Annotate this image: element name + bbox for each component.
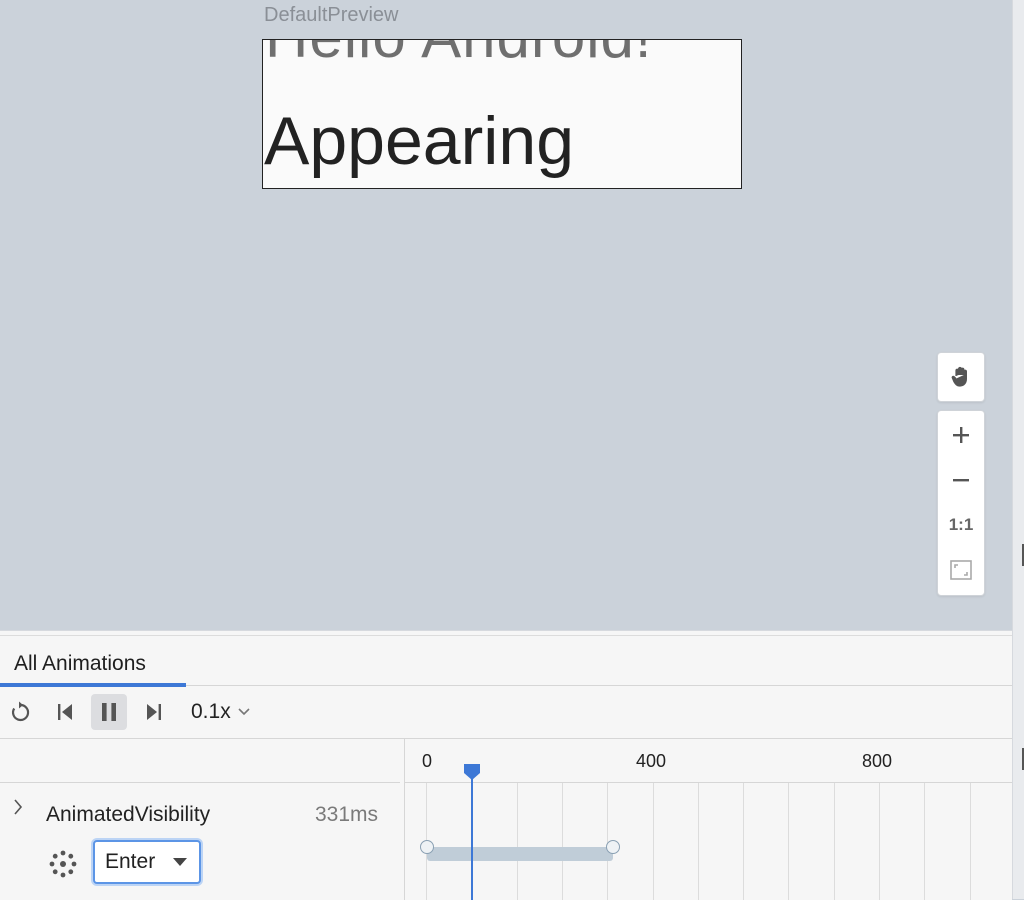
- timeline-gridline: [653, 783, 654, 900]
- transition-state-icon: [49, 850, 77, 878]
- preview-title: DefaultPreview: [264, 4, 399, 26]
- pan-tool-panel: [937, 352, 985, 402]
- timeline-gridline: [517, 783, 518, 900]
- animation-inspector: All Animations 0.1x AnimatedVisibility 3…: [0, 630, 1012, 900]
- animation-name: AnimatedVisibility: [46, 803, 211, 826]
- zoom-in-button[interactable]: [938, 413, 984, 457]
- skip-to-end-button[interactable]: [136, 694, 172, 730]
- fit-screen-icon: [950, 560, 972, 580]
- bar-start-handle[interactable]: [420, 840, 434, 854]
- animation-row[interactable]: AnimatedVisibility 331ms Enter: [0, 783, 404, 900]
- timeline-gridline: [788, 783, 789, 900]
- timeline-gridline: [562, 783, 563, 900]
- state-select[interactable]: Enter: [93, 840, 201, 884]
- bar-end-handle[interactable]: [606, 840, 620, 854]
- tick-label-400: 400: [636, 751, 667, 771]
- state-select-value: Enter: [105, 850, 156, 873]
- timeline-gridline: [743, 783, 744, 900]
- pause-icon: [102, 703, 116, 721]
- playhead-handle[interactable]: [462, 764, 482, 780]
- speed-dropdown[interactable]: 0.1x: [191, 700, 251, 724]
- zoom-controls: 1:1: [937, 410, 985, 596]
- pan-button[interactable]: [938, 355, 984, 399]
- appearing-text: Appearing: [264, 103, 575, 179]
- chevron-right-icon[interactable]: [10, 797, 26, 817]
- skip-to-end-icon: [147, 704, 161, 720]
- plus-icon: [953, 427, 969, 443]
- tick-label-800: 800: [862, 751, 893, 771]
- pause-button[interactable]: [91, 694, 127, 730]
- playback-toolbar: 0.1x: [0, 686, 1012, 739]
- timeline-gridline: [834, 783, 835, 900]
- preview-frame[interactable]: Hello Android! Appearing: [262, 39, 742, 189]
- animation-list-header: [0, 739, 400, 783]
- actual-size-button[interactable]: 1:1: [938, 503, 984, 547]
- actual-size-label: 1:1: [948, 515, 974, 534]
- inspector-tab-bar: All Animations: [0, 635, 1012, 687]
- speed-value: 0.1x: [191, 700, 231, 723]
- timeline-gridline: [924, 783, 925, 900]
- zoom-out-button[interactable]: [938, 458, 984, 502]
- tab-all-animations[interactable]: All Animations: [0, 636, 186, 687]
- timeline[interactable]: 0 400 800: [405, 739, 1012, 900]
- dropdown-caret-icon: [173, 858, 187, 866]
- minus-icon: [953, 479, 969, 482]
- right-edge-strip: [1012, 0, 1024, 899]
- skip-to-start-icon: [58, 704, 72, 720]
- hello-text: Hello Android!: [265, 40, 653, 71]
- timeline-gridline: [970, 783, 971, 900]
- tab-all-animations-label: All Animations: [14, 652, 146, 675]
- playhead-line: [471, 775, 473, 900]
- timeline-gridline: [698, 783, 699, 900]
- replay-icon: [11, 701, 30, 722]
- fit-screen-button[interactable]: [938, 548, 984, 592]
- chevron-down-icon: [238, 708, 250, 716]
- animation-list: AnimatedVisibility 331ms Enter: [0, 739, 405, 900]
- hand-icon: [951, 366, 967, 387]
- timeline-ruler: 0 400 800: [405, 739, 1012, 783]
- tick-label-0: 0: [422, 751, 433, 771]
- timeline-gridline: [879, 783, 880, 900]
- replay-button[interactable]: [2, 694, 38, 730]
- skip-to-start-button[interactable]: [47, 694, 83, 730]
- animation-duration-bar[interactable]: [427, 847, 613, 861]
- animation-duration: 331ms: [315, 803, 379, 826]
